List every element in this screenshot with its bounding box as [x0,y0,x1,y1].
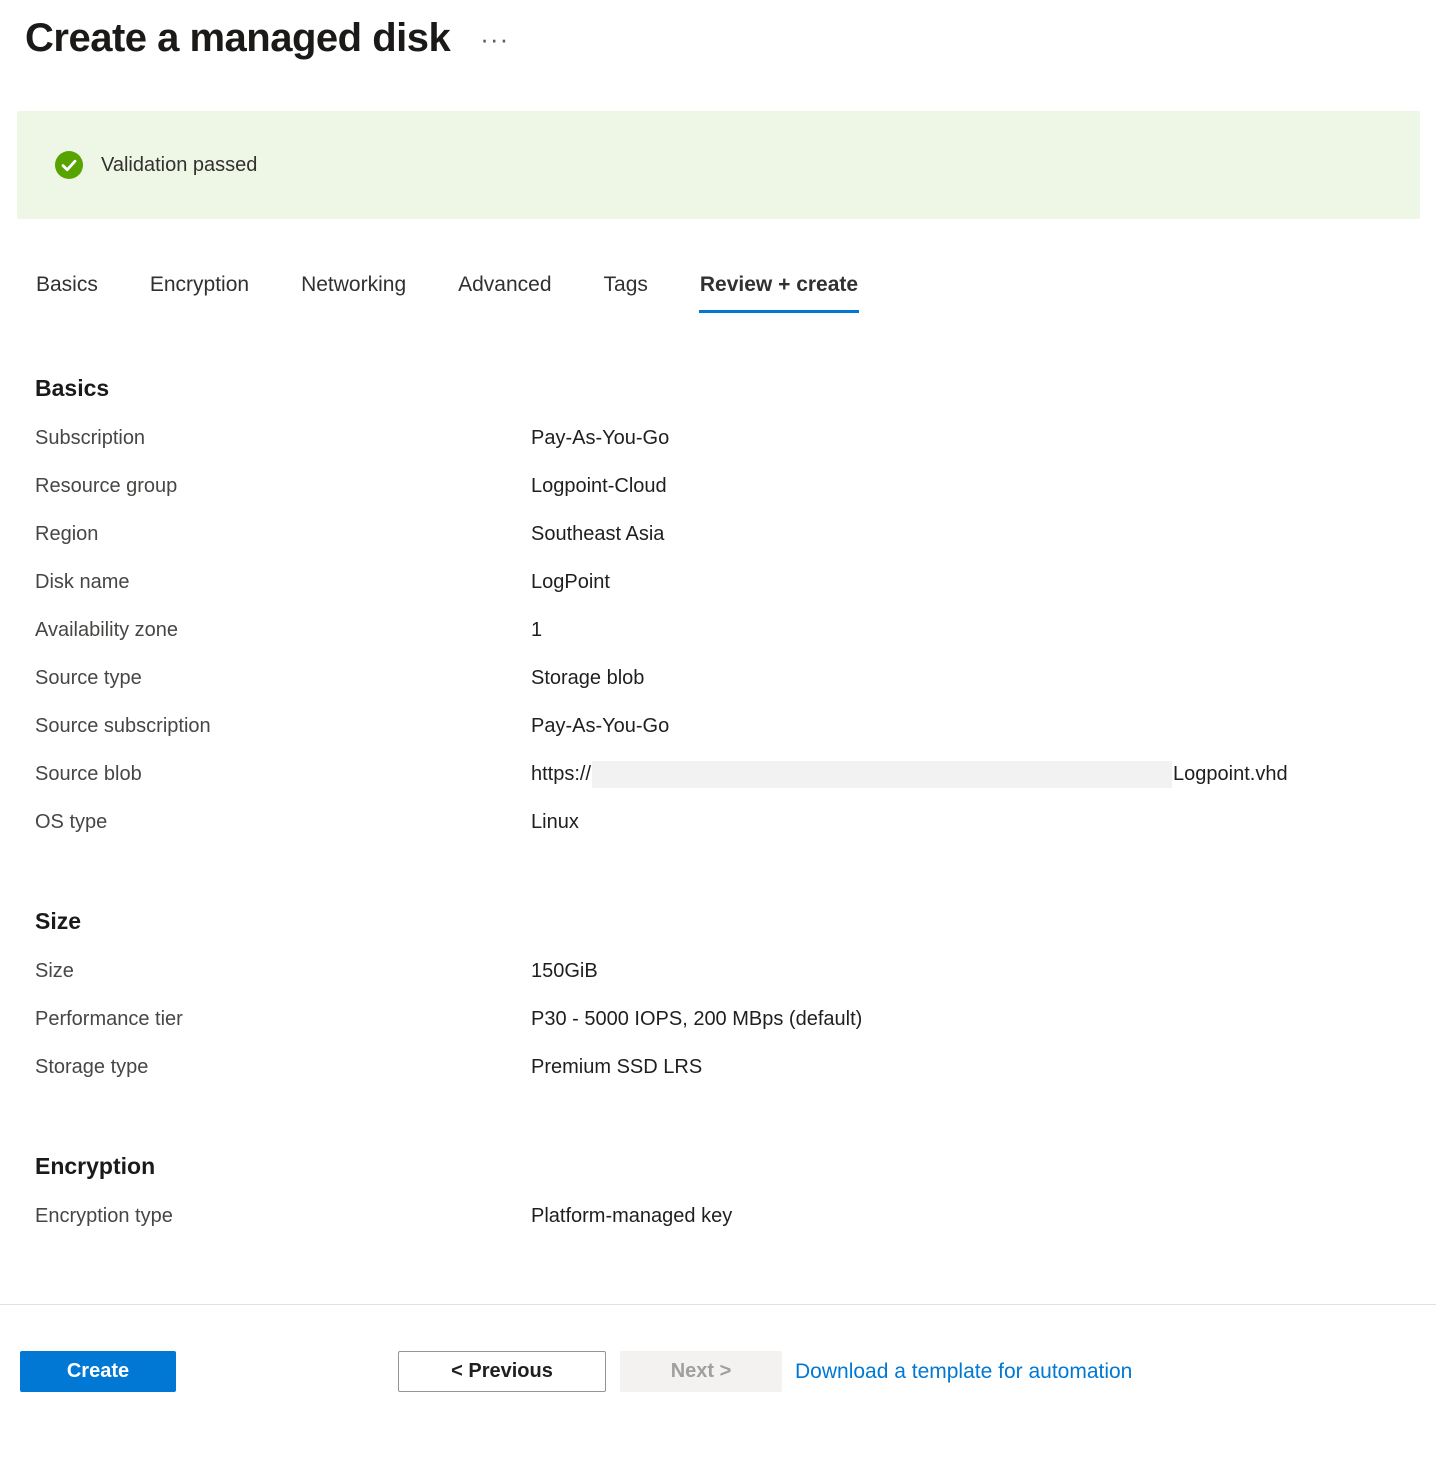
section-heading-basics: Basics [35,313,1436,402]
row-value: Platform-managed key [531,1205,732,1228]
detail-row-encryption-type: Encryption typePlatform-managed key [35,1192,1436,1240]
row-label: OS type [35,811,531,834]
create-managed-disk-page: Create a managed disk ··· Validation pas… [0,0,1436,1392]
review-sections: BasicsSubscriptionPay-As-You-GoResource … [0,313,1436,1240]
row-value: https:// Logpoint.vhd [531,761,1288,788]
detail-row-storage-type: Storage typePremium SSD LRS [35,1043,1436,1091]
page-title: Create a managed disk [25,16,450,61]
detail-row-resource-group: Resource groupLogpoint-Cloud [35,462,1436,510]
row-value: Pay-As-You-Go [531,427,669,450]
row-label: Performance tier [35,1008,531,1031]
create-button[interactable]: Create [20,1351,176,1392]
detail-row-availability-zone: Availability zone1 [35,606,1436,654]
redacted-value [592,761,1172,788]
detail-row-performance-tier: Performance tierP30 - 5000 IOPS, 200 MBp… [35,995,1436,1043]
validation-message: Validation passed [101,154,257,177]
row-value: LogPoint [531,571,610,594]
detail-row-source-type: Source typeStorage blob [35,654,1436,702]
row-label: Source type [35,667,531,690]
row-label: Disk name [35,571,531,594]
row-value: Logpoint-Cloud [531,475,667,498]
row-value: 150GiB [531,960,598,983]
page-header: Create a managed disk ··· [0,0,1436,61]
row-value: 1 [531,619,542,642]
row-label: Subscription [35,427,531,450]
tab-advanced[interactable]: Advanced [457,273,552,313]
row-value: P30 - 5000 IOPS, 200 MBps (default) [531,1008,862,1031]
next-button[interactable]: Next > [620,1351,782,1392]
check-circle-icon [55,151,83,179]
section-heading-size: Size [35,846,1436,935]
tab-networking[interactable]: Networking [300,273,407,313]
section-basics: BasicsSubscriptionPay-As-You-GoResource … [35,313,1436,846]
tab-tags[interactable]: Tags [603,273,649,313]
row-label: Region [35,523,531,546]
detail-row-region: RegionSoutheast Asia [35,510,1436,558]
validation-banner: Validation passed [17,111,1420,219]
row-value: Southeast Asia [531,523,664,546]
section-heading-encryption: Encryption [35,1091,1436,1180]
row-value: Linux [531,811,579,834]
detail-row-source-subscription: Source subscriptionPay-As-You-Go [35,702,1436,750]
download-template-link[interactable]: Download a template for automation [795,1360,1132,1384]
detail-row-source-blob: Source blobhttps:// Logpoint.vhd [35,750,1436,798]
tab-basics[interactable]: Basics [35,273,99,313]
row-label: Source blob [35,763,531,786]
tab-encryption[interactable]: Encryption [149,273,250,313]
tab-review-create[interactable]: Review + create [699,273,859,313]
detail-row-os-type: OS typeLinux [35,798,1436,846]
row-label: Source subscription [35,715,531,738]
detail-row-disk-name: Disk nameLogPoint [35,558,1436,606]
row-value: Storage blob [531,667,644,690]
row-label: Resource group [35,475,531,498]
value-prefix: https:// [531,762,591,784]
detail-row-subscription: SubscriptionPay-As-You-Go [35,414,1436,462]
section-encryption: Encryption Encryption typePlatform-manage… [35,1091,1436,1240]
previous-button[interactable]: < Previous [398,1351,606,1392]
detail-row-size: Size150GiB [35,947,1436,995]
row-label: Availability zone [35,619,531,642]
tab-bar: Basics Encryption Networking Advanced Tags Re… [0,273,1436,313]
footer-bar: Create < Previous Next > Download a temp… [0,1305,1436,1392]
row-label: Size [35,960,531,983]
section-size: SizeSize150GiBPerformance tierP30 - 5000… [35,846,1436,1091]
row-label: Storage type [35,1056,531,1079]
value-suffix: Logpoint.vhd [1173,762,1288,784]
more-options-icon[interactable]: ··· [480,26,509,52]
row-value: Pay-As-You-Go [531,715,669,738]
row-value: Premium SSD LRS [531,1056,702,1079]
row-label: Encryption type [35,1205,531,1228]
